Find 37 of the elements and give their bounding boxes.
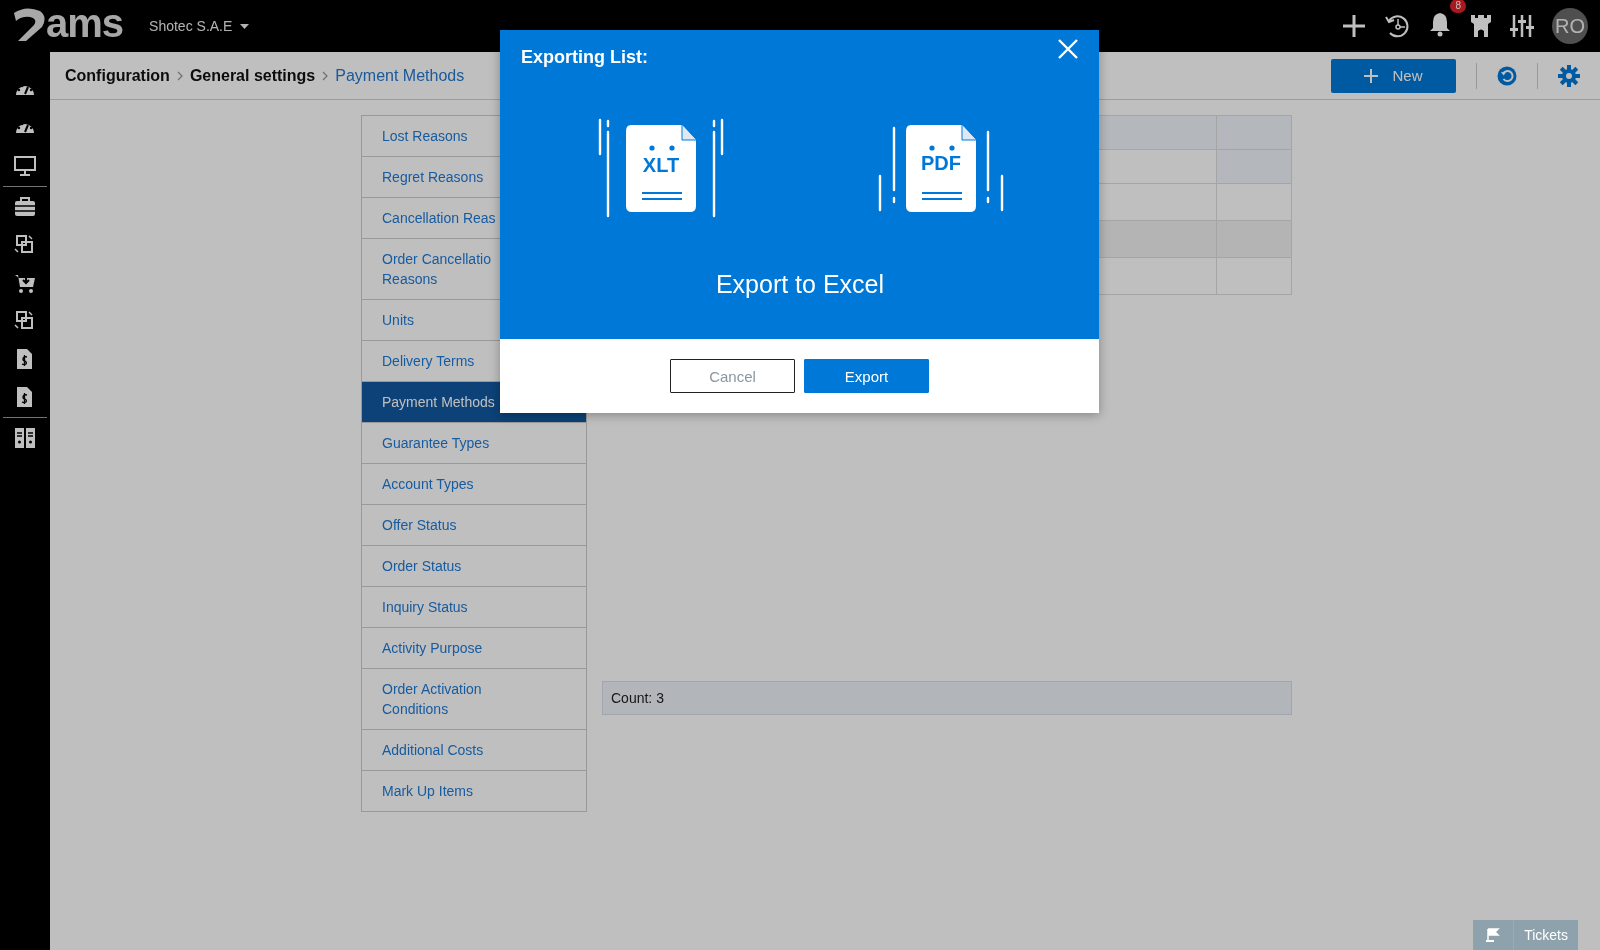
flag-icon[interactable] (1486, 928, 1501, 942)
cart-icon[interactable] (14, 272, 36, 294)
export-button[interactable]: Export (804, 359, 929, 393)
caret-icon (240, 23, 250, 29)
notification-badge: 8 (1450, 0, 1466, 13)
close-icon (1057, 38, 1079, 60)
chevron-icon (176, 70, 183, 81)
squares-icon[interactable] (14, 310, 36, 332)
settings-icon[interactable] (1558, 64, 1580, 87)
sliders-icon[interactable] (1510, 14, 1534, 38)
dialog-title: Exporting List: (521, 47, 648, 68)
chevron-icon (322, 70, 329, 81)
breadcrumb-link[interactable]: Configuration (65, 66, 170, 85)
columns-icon[interactable] (14, 427, 36, 449)
cancel-button[interactable]: Cancel (670, 359, 795, 393)
briefcase-icon[interactable] (14, 196, 36, 218)
dialog-heading: Export to Excel (715, 270, 885, 299)
file-format-option[interactable]: PDF (878, 118, 1004, 212)
avatar[interactable]: RO (1552, 8, 1588, 44)
file-type-label: XLT (641, 154, 681, 177)
squares-icon[interactable] (14, 234, 36, 256)
file-type-label: PDF (920, 152, 962, 175)
plus-icon[interactable] (1342, 14, 1366, 38)
history-icon[interactable] (1384, 13, 1410, 39)
file-format-option[interactable]: XLT (598, 118, 724, 212)
new-button[interactable]: New (1331, 58, 1456, 93)
company-selector[interactable]: Shotec S.A.E (149, 18, 250, 34)
document-icon (598, 118, 724, 218)
record-count: Count: 3 (602, 681, 1292, 715)
breadcrumb-link[interactable]: General settings (189, 66, 316, 85)
logo-text: ams (46, 3, 124, 43)
plus-icon (1364, 68, 1379, 83)
refresh-icon[interactable] (1497, 65, 1517, 86)
breadcrumb-link[interactable]: Payment Methods (335, 66, 465, 85)
bell-icon[interactable] (1428, 11, 1452, 37)
monitor-icon[interactable] (14, 155, 36, 177)
castle-icon[interactable] (1470, 14, 1492, 38)
